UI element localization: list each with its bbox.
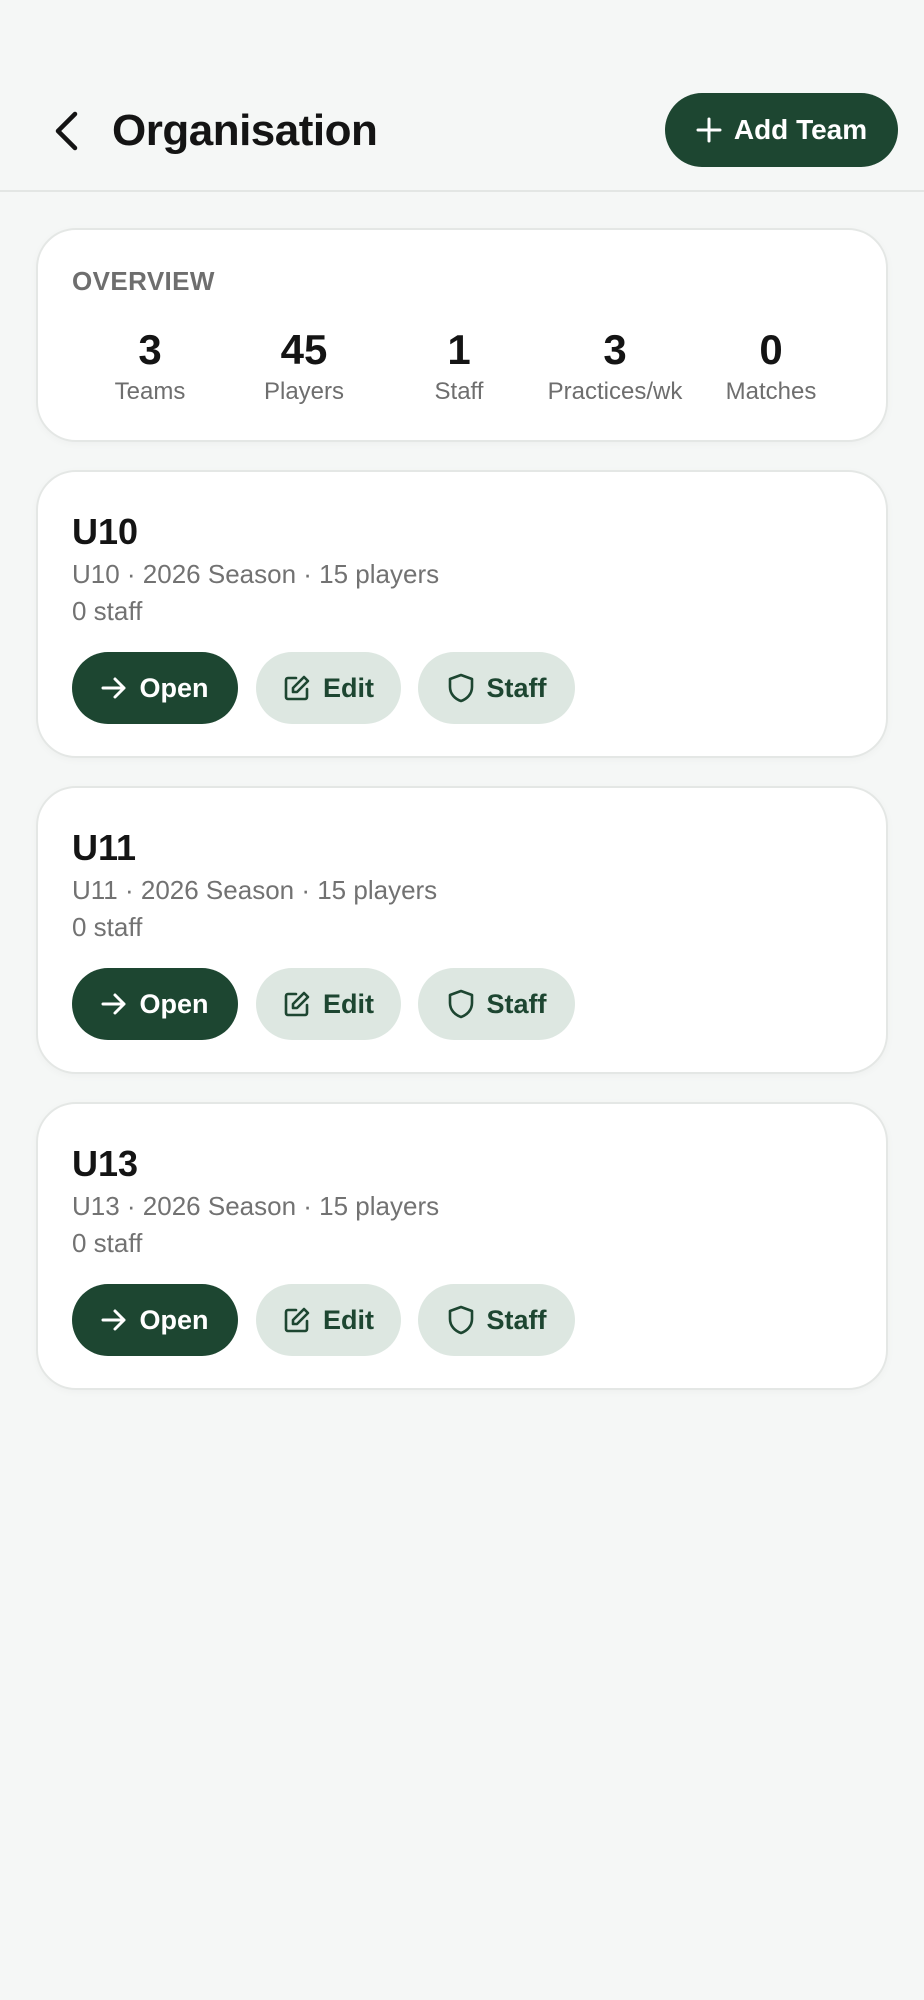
edit-team-button[interactable]: Edit [256,1284,401,1356]
top-header: Organisation Add Team [0,0,924,192]
open-team-button[interactable]: Open [72,968,238,1040]
stat-label: Matches [725,378,817,405]
team-meta: U11 · 2026 Season · 15 players [72,875,438,905]
team-staff-count: 0 staff [72,596,143,626]
edit-icon [283,990,311,1018]
stat-value: 0 [759,326,783,373]
add-team-button[interactable]: Add Team [665,93,898,167]
team-name: U11 [72,827,137,868]
edit-icon [283,1306,311,1334]
edit-label: Edit [323,988,374,1019]
stat-value: 3 [603,326,627,373]
edit-label: Edit [323,1304,374,1335]
stat-players: 45 Players [219,326,389,406]
staff-label: Staff [486,672,547,703]
team-meta: U13 · 2026 Season · 15 players [72,1191,440,1221]
stat-matches: 0 Matches [686,326,856,406]
arrow-right-icon [101,992,127,1016]
stat-label: Players [263,378,345,405]
add-team-label: Add Team [733,114,868,145]
arrow-right-icon [101,1308,127,1332]
team-card-u13: U13 U13 · 2026 Season · 15 players 0 sta… [36,1102,888,1390]
stat-teams: 3 Teams [65,326,235,406]
overview-card: OVERVIEW 3 Teams 45 Players 1 Staff 3 Pr… [36,228,888,442]
open-team-button[interactable]: Open [72,1284,238,1356]
team-card-u11: U11 U11 · 2026 Season · 15 players 0 sta… [36,786,888,1074]
team-card-u10: U10 U10 · 2026 Season · 15 players 0 sta… [36,470,888,758]
edit-icon [283,674,311,702]
team-name: U13 [72,1143,139,1184]
shield-icon [447,673,475,703]
back-button[interactable] [44,106,88,156]
stat-value: 3 [138,326,162,373]
team-meta: U10 · 2026 Season · 15 players [72,559,440,589]
stat-label: Staff [434,378,484,405]
staff-team-button[interactable]: Staff [418,1284,575,1356]
open-label: Open [139,672,209,703]
stat-practices: 3 Practices/wk [530,326,700,406]
team-staff-count: 0 staff [72,1228,143,1258]
page-title: Organisation [112,106,378,155]
edit-team-button[interactable]: Edit [256,968,401,1040]
team-staff-count: 0 staff [72,912,143,942]
staff-team-button[interactable]: Staff [418,968,575,1040]
chevron-left-icon [53,111,79,151]
shield-icon [447,989,475,1019]
staff-label: Staff [486,1304,547,1335]
shield-icon [447,1305,475,1335]
plus-icon [696,117,722,143]
overview-label: OVERVIEW [72,266,215,296]
open-label: Open [139,1304,209,1335]
team-name: U10 [72,511,139,552]
edit-team-button[interactable]: Edit [256,652,401,724]
staff-team-button[interactable]: Staff [418,652,575,724]
open-label: Open [139,988,209,1019]
stat-label: Practices/wk [547,378,683,405]
staff-label: Staff [486,988,547,1019]
stat-label: Teams [114,378,186,405]
arrow-right-icon [101,676,127,700]
edit-label: Edit [323,672,374,703]
open-team-button[interactable]: Open [72,652,238,724]
stat-staff: 1 Staff [374,326,544,406]
stat-value: 45 [280,326,328,373]
stat-value: 1 [447,326,471,373]
